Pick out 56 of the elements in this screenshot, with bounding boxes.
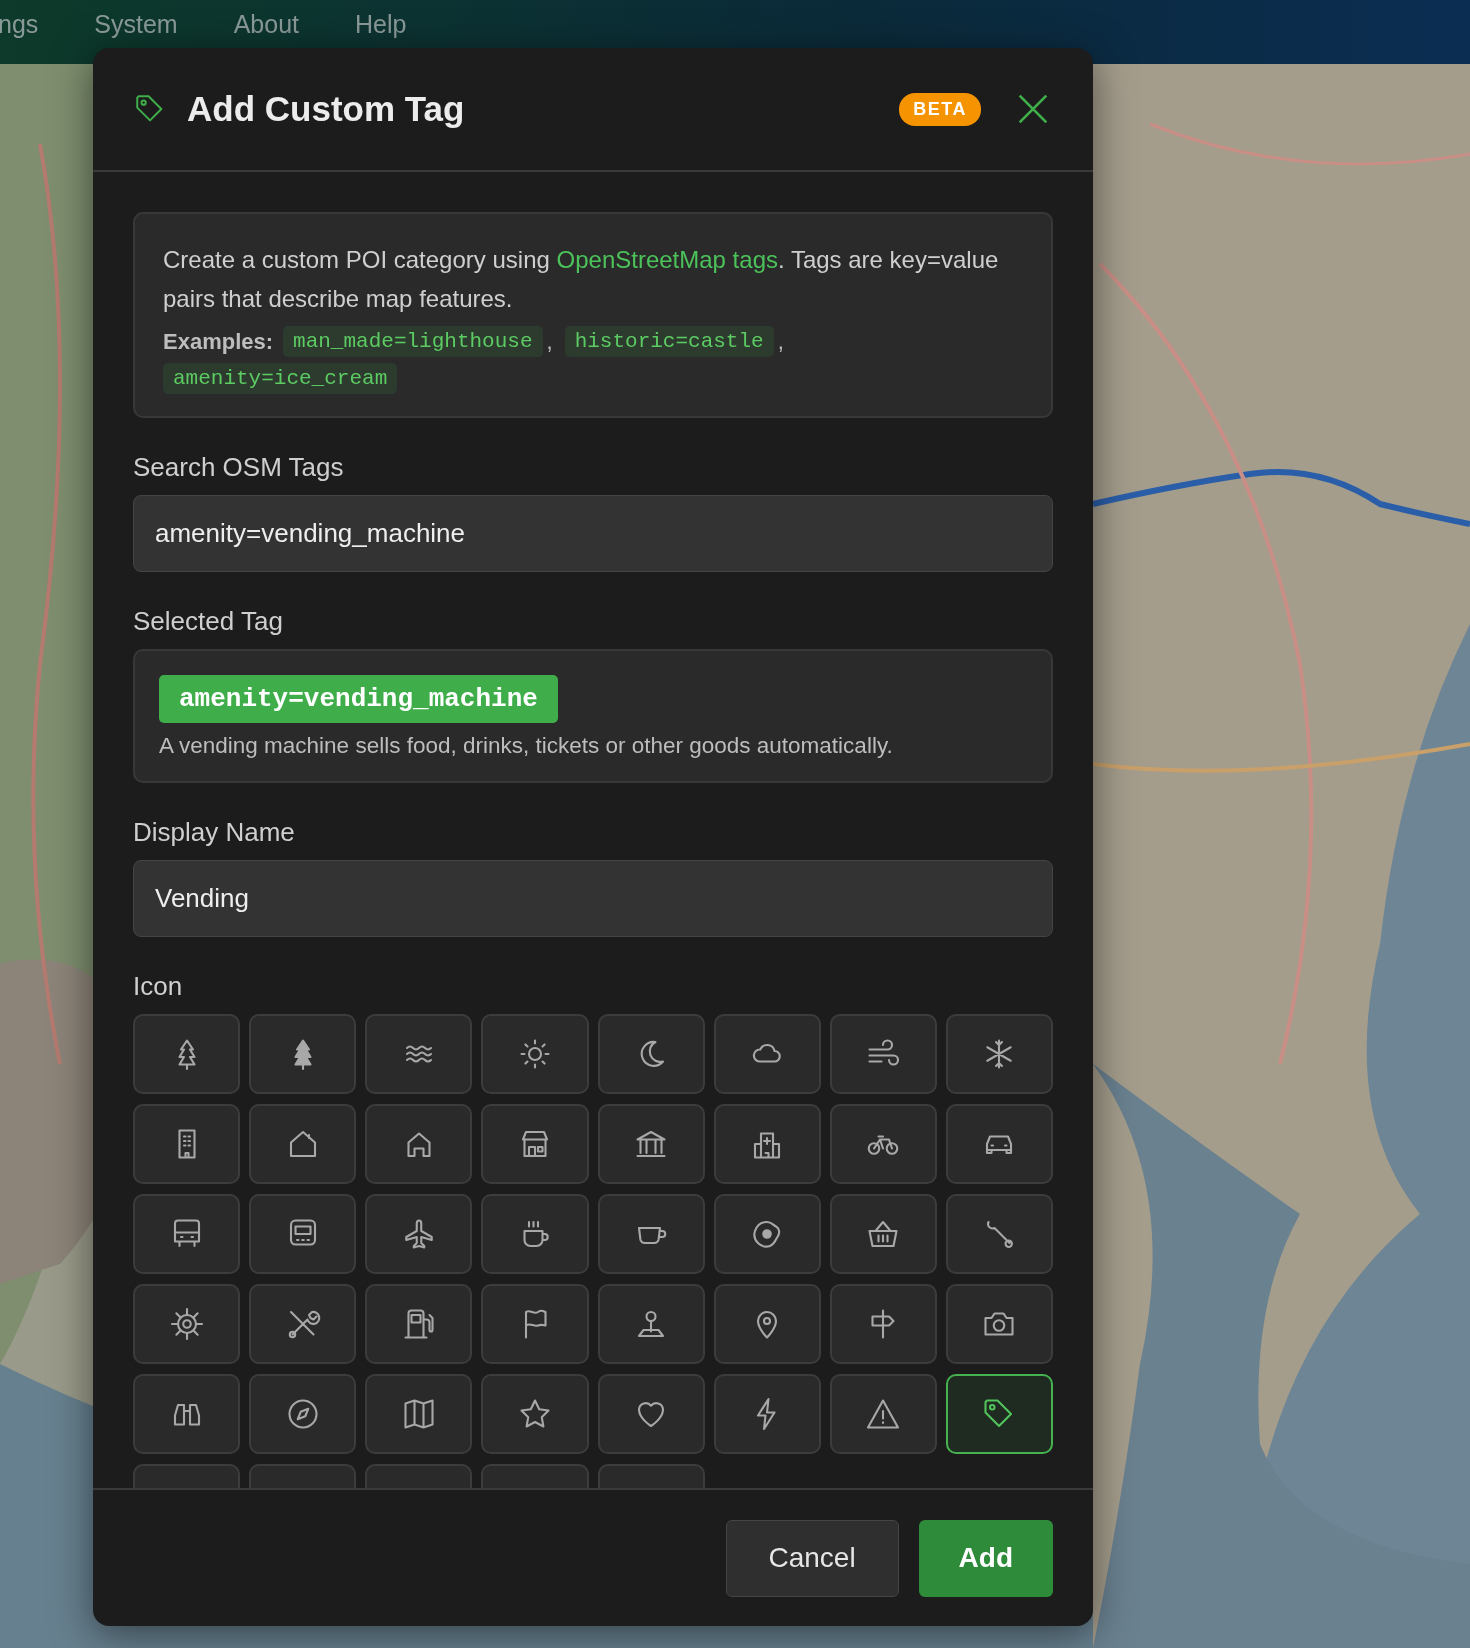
icon-option[interactable] [481, 1374, 589, 1454]
code-example: man_made=lighthouse [283, 326, 543, 357]
icon-option[interactable] [829, 1014, 937, 1094]
dialog-title: Add Custom Tag [187, 89, 466, 129]
icon-option[interactable] [481, 1194, 589, 1274]
icon-option[interactable] [945, 1104, 1053, 1184]
icon-option[interactable] [365, 1284, 473, 1364]
icon-option[interactable] [945, 1014, 1053, 1094]
code-example: historic=castle [564, 326, 774, 357]
separator: , [546, 328, 553, 355]
menu-item[interactable]: System [94, 10, 178, 39]
icon-option[interactable] [597, 1284, 705, 1364]
code-example: amenity=ice_cream [163, 363, 398, 394]
icon-option[interactable] [365, 1194, 473, 1274]
icon-option[interactable] [133, 1374, 241, 1454]
icon-option[interactable] [249, 1284, 357, 1364]
gear-icon [168, 1306, 205, 1342]
icon-option[interactable] [133, 1014, 241, 1094]
field-label: Selected Tag [133, 606, 284, 637]
field-label: Search OSM Tags [133, 452, 345, 483]
icon-option[interactable] [481, 1104, 589, 1184]
icon-option[interactable] [945, 1374, 1053, 1454]
menu-item[interactable]: About [233, 10, 299, 39]
icon-option[interactable] [133, 1194, 241, 1274]
separator: , [777, 328, 784, 355]
field-label: Display Name [133, 817, 296, 848]
icon-option[interactable] [249, 1194, 357, 1274]
icon-option[interactable] [713, 1284, 821, 1364]
icon-option[interactable] [365, 1104, 473, 1184]
examples-label: Examples: [163, 328, 274, 355]
icon-option[interactable] [365, 1374, 473, 1454]
icon-option[interactable] [829, 1374, 937, 1454]
icon-option[interactable] [133, 1104, 241, 1184]
icon-option[interactable] [597, 1104, 705, 1184]
icon-option[interactable] [365, 1014, 473, 1094]
icon-option[interactable] [829, 1104, 937, 1184]
cancel-button[interactable]: Cancel [725, 1519, 899, 1597]
name-field[interactable]: Vending [133, 860, 1053, 937]
search-field[interactable]: amenity=vending_machine [133, 495, 1053, 572]
icon-option[interactable] [829, 1194, 937, 1274]
field-label: Icon [133, 971, 184, 1002]
link[interactable]: OpenStreetMap tags [556, 246, 778, 273]
icon-option[interactable] [945, 1284, 1053, 1364]
icon-option[interactable] [829, 1284, 937, 1364]
menu-item[interactable]: ngs [0, 10, 39, 39]
icon-option[interactable] [133, 1284, 241, 1364]
add-button[interactable]: Add [918, 1519, 1053, 1597]
icon-option[interactable] [249, 1374, 357, 1454]
tag-chip: amenity=vending_machine [159, 675, 558, 723]
menu-item[interactable]: Help [355, 10, 407, 39]
info-text: Create a custom POI category using OpenStreetMap tags. Tags are key=value pairs that describe map features. [163, 245, 1000, 314]
icon-option[interactable] [713, 1104, 821, 1184]
icon-option[interactable] [713, 1194, 821, 1274]
beta-badge: BETA [899, 92, 981, 126]
icon-option[interactable] [249, 1014, 357, 1094]
tag-description: A vending machine sells food, drinks, tickets or other goods automatically. [159, 733, 894, 759]
